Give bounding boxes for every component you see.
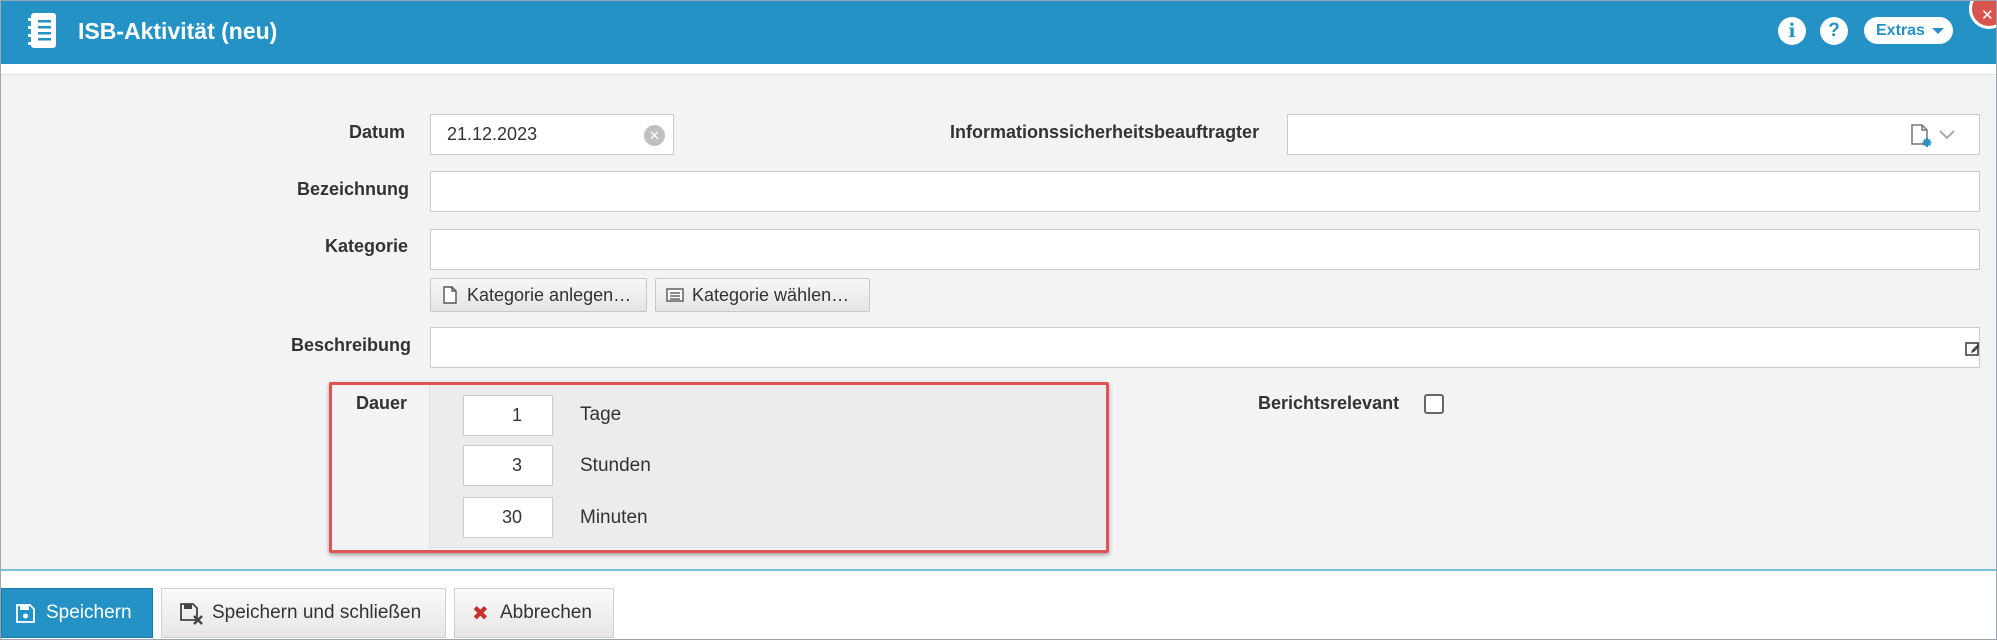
cancel-x-icon: ✖ — [472, 603, 489, 625]
highlight-frame — [329, 382, 1109, 553]
bezeichnung-label: Bezeichnung — [297, 179, 410, 199]
save-and-close-button[interactable]: Speichern und schließen — [161, 588, 446, 638]
caret-down-icon — [1932, 28, 1944, 34]
clear-icon[interactable]: ✕ — [644, 125, 665, 146]
list-icon — [666, 288, 684, 302]
kategorie-anlegen-label: Kategorie anlegen… — [467, 285, 632, 305]
beschreibung-label: Beschreibung — [291, 335, 412, 355]
save-close-label: Speichern und schließen — [212, 602, 422, 623]
info-icon[interactable]: i — [1778, 17, 1806, 45]
extras-menu-button[interactable]: Extras — [1864, 17, 1953, 44]
kategorie-waehlen-button[interactable]: Kategorie wählen… — [655, 278, 870, 312]
isb-label: Informationssicherheitsbeauftragter — [950, 122, 1260, 142]
dialog-header: ISB-Aktivität (neu) i ? Extras ✕ — [1, 1, 1996, 64]
dialog-title: ISB-Aktivität (neu) — [78, 18, 278, 44]
extras-label: Extras — [1876, 22, 1925, 39]
kategorie-anlegen-button[interactable]: Kategorie anlegen… — [430, 278, 647, 312]
berichtsrelevant-checkbox[interactable] — [1424, 394, 1444, 414]
datum-label: Datum — [349, 122, 406, 142]
new-document-icon[interactable] — [1910, 124, 1932, 148]
close-icon[interactable]: ✕ — [1969, 1, 1996, 29]
close-x-glyph: ✕ — [1981, 7, 1994, 24]
cancel-button[interactable]: ✖ Abbrechen — [454, 588, 614, 638]
datum-value: 21.12.2023 — [447, 124, 538, 144]
chevron-down-icon[interactable] — [1938, 125, 1956, 143]
document-icon — [443, 286, 457, 304]
notebook-icon — [28, 13, 56, 48]
dialog-window: ISB-Aktivität (neu) i ? Extras ✕ Datum 2… — [0, 0, 1997, 640]
datum-input[interactable]: 21.12.2023 ✕ — [430, 114, 674, 155]
save-label: Speichern — [46, 602, 132, 623]
kategorie-label: Kategorie — [325, 236, 409, 256]
cancel-label: Abbrechen — [500, 602, 592, 623]
isb-select[interactable] — [1287, 114, 1980, 155]
kategorie-input[interactable] — [430, 229, 1980, 270]
help-icon[interactable]: ? — [1820, 17, 1848, 45]
header-spacer — [1, 64, 1996, 75]
floppy-disk-icon — [16, 604, 35, 623]
save-close-icon — [180, 603, 203, 625]
dialog-footer: Speichern Speichern und schließen ✖ Abbr… — [1, 569, 1996, 639]
bezeichnung-input[interactable] — [430, 171, 1980, 212]
kategorie-waehlen-label: Kategorie wählen… — [692, 285, 850, 305]
beschreibung-input[interactable] — [430, 327, 1980, 368]
save-button[interactable]: Speichern — [1, 588, 153, 638]
berichtsrelevant-label: Berichtsrelevant — [1258, 393, 1400, 413]
edit-icon[interactable] — [1964, 338, 1980, 358]
